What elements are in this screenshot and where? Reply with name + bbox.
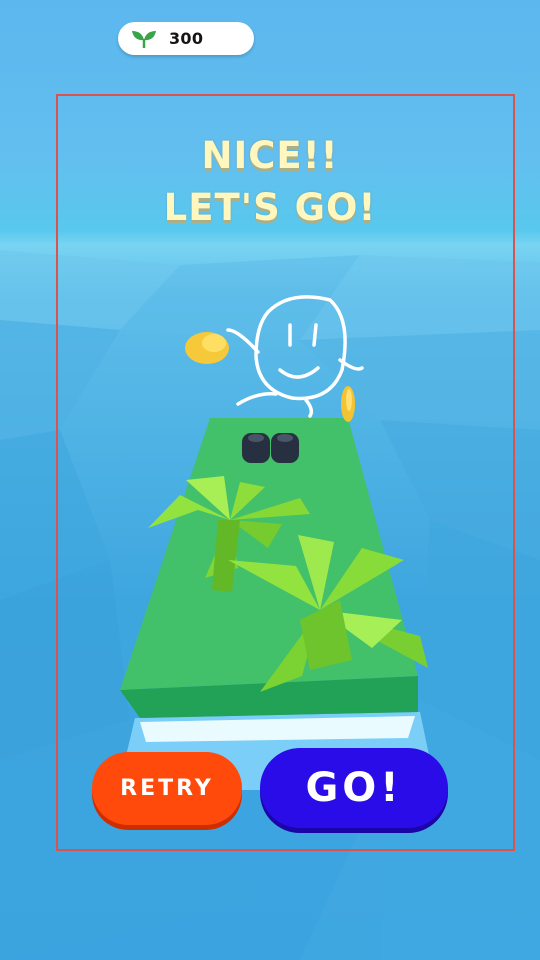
retry-button[interactable]: RETRY <box>92 752 242 825</box>
currency-value: 300 <box>169 29 204 48</box>
currency-display: 300 <box>118 22 254 55</box>
go-button[interactable]: GO! <box>260 748 448 828</box>
headline-lets-go: LET'S GO! <box>163 186 377 229</box>
headline-nice: NICE!! <box>201 134 339 177</box>
leaf-icon <box>130 28 158 50</box>
